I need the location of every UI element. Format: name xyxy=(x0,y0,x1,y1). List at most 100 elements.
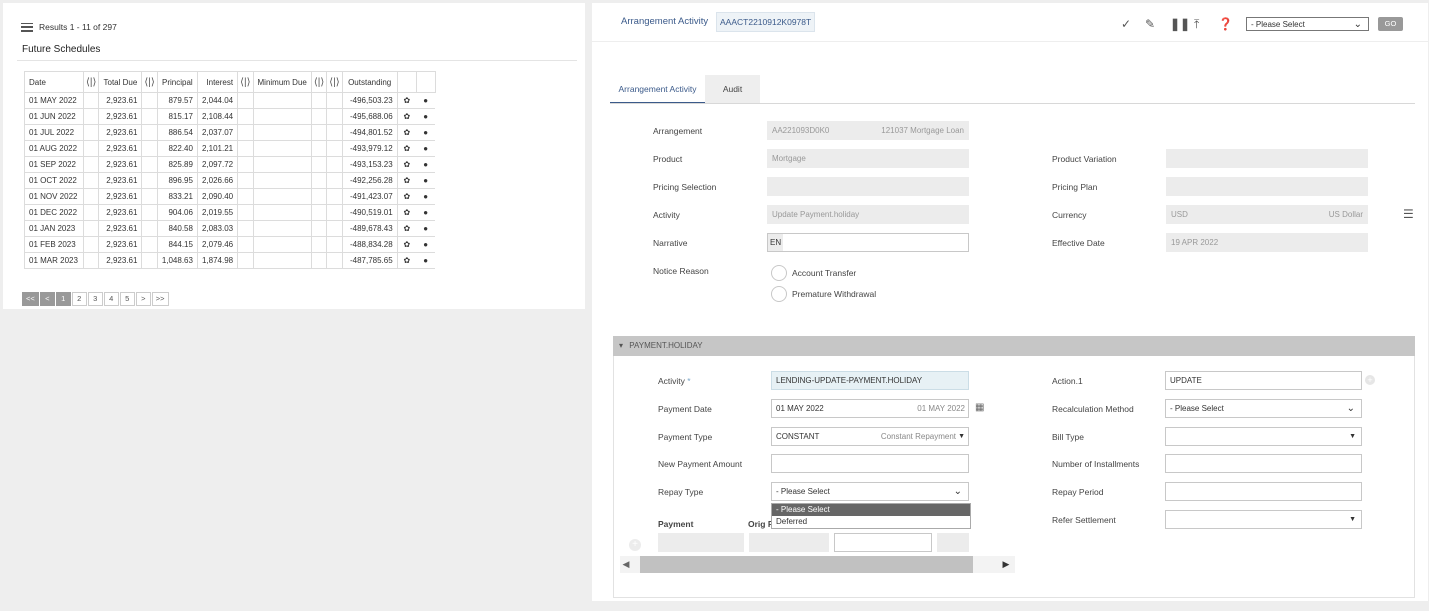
cell-spacer xyxy=(82,124,100,141)
cell-outstanding: -492,256.28 xyxy=(341,172,398,189)
table-row[interactable]: 01 OCT 2022 2,923.61 896.95 2,026.66 -492,25… xyxy=(24,172,436,189)
table-row[interactable]: 01 JAN 2023 2,923.61 840.58 2,083.03 -489,67… xyxy=(24,220,436,237)
arrow-right-circle-icon[interactable]: ● xyxy=(416,108,436,125)
action-field[interactable]: UPDATE xyxy=(1165,371,1362,390)
page-1[interactable]: 1 xyxy=(55,292,71,306)
cell-principal: 886.54 xyxy=(156,124,198,141)
gear-icon[interactable]: ✿ xyxy=(397,172,417,189)
scroll-right-icon[interactable]: ▶ xyxy=(1000,556,1012,573)
arrow-right-circle-icon[interactable]: ● xyxy=(416,156,436,173)
table-row[interactable]: 01 MAR 2023 2,923.61 1,048.63 1,874.98 -487,… xyxy=(24,252,436,269)
dropdown-option-deferred[interactable]: Deferred xyxy=(772,516,970,528)
arrow-right-circle-icon[interactable]: ● xyxy=(416,92,436,109)
col-outstanding[interactable]: Outstanding xyxy=(341,71,398,93)
cell-total-due: 2,923.61 xyxy=(98,92,143,109)
table-row[interactable]: 01 NOV 2022 2,923.61 833.21 2,090.40 -491,42… xyxy=(24,188,436,205)
add-row-icon[interactable]: + xyxy=(629,539,641,551)
cell-spacer xyxy=(237,188,254,205)
refer-settlement-select[interactable]: ▼ xyxy=(1165,510,1362,529)
recalculation-method-select[interactable]: - Please Select ⌄ xyxy=(1165,399,1362,418)
table-row[interactable]: 01 MAY 2022 2,923.61 879.57 2,044.04 -496,50… xyxy=(24,92,436,109)
table-row[interactable]: 01 FEB 2023 2,923.61 844.15 2,079.46 -488,83… xyxy=(24,236,436,253)
table-row[interactable]: 01 JUL 2022 2,923.61 886.54 2,037.07 -494,80… xyxy=(24,124,436,141)
tab-audit[interactable]: Audit xyxy=(705,75,760,104)
gear-icon[interactable]: ✿ xyxy=(397,220,417,237)
arrow-right-circle-icon[interactable]: ● xyxy=(416,188,436,205)
column-resize-icon[interactable]: ⟨|⟩ xyxy=(141,71,158,93)
scrollbar-thumb[interactable] xyxy=(640,556,973,573)
col-total-due[interactable]: Total Due xyxy=(98,71,143,93)
arrow-right-circle-icon[interactable]: ● xyxy=(416,172,436,189)
col-date[interactable]: Date xyxy=(24,71,84,93)
go-button[interactable]: GO xyxy=(1378,17,1403,31)
arrow-right-circle-icon[interactable]: ● xyxy=(416,236,436,253)
payment-type-code: CONSTANT xyxy=(776,432,820,441)
payment-holiday-section-header[interactable]: ▾ PAYMENT.HOLIDAY xyxy=(613,336,1415,356)
arrow-right-circle-icon[interactable]: ● xyxy=(416,204,436,221)
col-interest[interactable]: Interest xyxy=(196,71,239,93)
narrative-field[interactable]: EN xyxy=(767,233,969,252)
gear-icon[interactable]: ✿ xyxy=(397,236,417,253)
payment-date-field[interactable]: 01 MAY 2022 01 MAY 2022 xyxy=(771,399,969,418)
currency-label: Currency xyxy=(1052,210,1087,220)
page-last[interactable]: >> xyxy=(151,292,169,306)
cell-total-due: 2,923.61 xyxy=(98,108,143,125)
hold-icon[interactable]: ❚❚ xyxy=(1170,17,1190,31)
gear-icon[interactable]: ✿ xyxy=(397,108,417,125)
gear-icon[interactable]: ✿ xyxy=(397,156,417,173)
activity-id: AAACT2210912K0978T xyxy=(716,12,816,32)
arrow-right-circle-icon[interactable]: ● xyxy=(416,220,436,237)
column-resize-icon[interactable]: ⟨|⟩ xyxy=(310,71,328,93)
tab-arrangement-activity[interactable]: Arrangement Activity xyxy=(610,75,705,104)
table-row[interactable]: 01 AUG 2022 2,923.61 822.40 2,101.21 -493,97… xyxy=(24,140,436,157)
calendar-icon[interactable]: ▦ xyxy=(975,402,984,413)
repay-type-select[interactable]: - Please Select ⌄ xyxy=(771,482,969,501)
number-of-installments-input[interactable] xyxy=(1165,454,1362,473)
column-resize-icon[interactable]: ⟨|⟩ xyxy=(82,71,100,93)
page-4[interactable]: 4 xyxy=(103,292,119,306)
arrow-right-circle-icon[interactable]: ● xyxy=(416,140,436,157)
radio-premature-withdrawal[interactable] xyxy=(771,286,787,302)
results-bar: Results 1 - 11 of 297 xyxy=(21,22,117,32)
new-payment-amount-input[interactable] xyxy=(771,454,969,473)
column-resize-icon[interactable]: ⟨|⟩ xyxy=(326,71,343,93)
page-next[interactable]: > xyxy=(135,292,151,306)
dropdown-option-please-select[interactable]: - Please Select xyxy=(772,504,970,516)
arrow-right-circle-icon[interactable]: ● xyxy=(416,124,436,141)
radio-account-transfer[interactable] xyxy=(771,265,787,281)
upload-icon[interactable]: ⤒ xyxy=(1194,17,1199,32)
payment-type-select[interactable]: CONSTANT Constant Repayment ▼ xyxy=(771,427,969,446)
menu-icon[interactable] xyxy=(21,22,33,32)
commit-icon[interactable]: ✓ xyxy=(1121,17,1131,31)
divider xyxy=(592,41,1428,42)
column-resize-icon[interactable]: ⟨|⟩ xyxy=(237,71,254,93)
page-first[interactable]: << xyxy=(22,292,39,306)
repay-period-input[interactable] xyxy=(1165,482,1362,501)
table-row[interactable]: 01 JUN 2022 2,923.61 815.17 2,108.44 -495,68… xyxy=(24,108,436,125)
cell-interest: 2,090.40 xyxy=(196,188,239,205)
list-icon[interactable]: ☰ xyxy=(1403,207,1414,221)
page-2[interactable]: 2 xyxy=(71,292,87,306)
gear-icon[interactable]: ✿ xyxy=(397,204,417,221)
bill-type-select[interactable]: ▼ xyxy=(1165,427,1362,446)
page-5[interactable]: 5 xyxy=(119,292,135,306)
col-principal[interactable]: Principal xyxy=(156,71,198,93)
table-row[interactable]: 01 DEC 2022 2,923.61 904.06 2,019.55 -490,51… xyxy=(24,204,436,221)
page-prev[interactable]: < xyxy=(39,292,55,306)
col-minimum-due[interactable]: Minimum Due xyxy=(252,71,312,93)
page-3[interactable]: 3 xyxy=(87,292,103,306)
gear-icon[interactable]: ✿ xyxy=(397,252,417,269)
help-icon[interactable]: ❓ xyxy=(1218,17,1233,31)
table-row[interactable]: 01 SEP 2022 2,923.61 825.89 2,097.72 -493,15… xyxy=(24,156,436,173)
validate-icon[interactable]: ✎ xyxy=(1145,17,1155,31)
add-icon[interactable]: + xyxy=(1365,375,1375,385)
scroll-left-icon[interactable]: ◀ xyxy=(620,556,632,573)
gear-icon[interactable]: ✿ xyxy=(397,188,417,205)
gear-icon[interactable]: ✿ xyxy=(397,92,417,109)
arrow-right-circle-icon[interactable]: ● xyxy=(416,252,436,269)
grid-input-cell[interactable] xyxy=(834,533,932,552)
horizontal-scrollbar[interactable]: ◀ ▶ xyxy=(620,556,1015,573)
gear-icon[interactable]: ✿ xyxy=(397,124,417,141)
gear-icon[interactable]: ✿ xyxy=(397,140,417,157)
action-select[interactable]: - Please Select ⌄ xyxy=(1246,17,1369,31)
